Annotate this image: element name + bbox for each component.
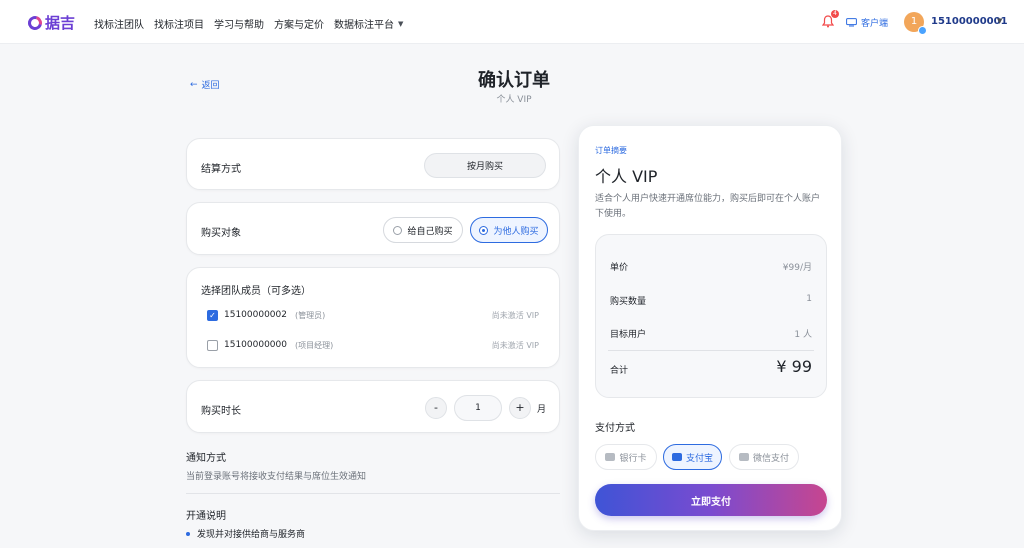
summary-title: 个人 VIP (595, 167, 658, 186)
brand-name: 据吉 (45, 14, 76, 32)
purchase-target-card: 购买对象 给自己购买 为他人购买 (186, 202, 560, 255)
wechat-icon (738, 453, 749, 461)
member-id: 15100000000 (224, 340, 287, 350)
brand-logo[interactable]: 据吉 (25, 12, 76, 33)
buy-for-others-option[interactable]: 为他人购买 (470, 217, 548, 243)
notice-text: 当前登录账号将接收支付结果与席位生效通知 (186, 472, 367, 482)
pay-option-label: 银行卡 (619, 453, 647, 464)
summary-description: 适合个人用户快速开通席位能力，购买后即可在个人账户下使用。 (595, 194, 821, 219)
notification-badge: 4 (831, 10, 839, 18)
buy-for-self-label: 给自己购买 (407, 226, 453, 237)
client-label: 客户端 (861, 19, 889, 29)
page-title: 确认订单 (478, 70, 550, 91)
nav-item-pricing[interactable]: 方案与定价 (274, 16, 324, 31)
payment-method-title: 支付方式 (595, 423, 635, 434)
purchase-target-label: 购买对象 (201, 228, 241, 239)
open-info-bullet: 发现并对接供给商与服务商 (197, 530, 306, 540)
list-item: 发现并对接供给商与服务商 (186, 527, 305, 540)
pay-option-alipay[interactable]: 支付宝 (663, 444, 722, 470)
buy-for-self-option[interactable]: 给自己购买 (383, 217, 463, 243)
avatar-status-icon (918, 26, 927, 35)
member-role: (项目经理) (295, 340, 334, 350)
team-members-card: 选择团队成员（可多选） ✓ 15100000002 (管理员) 尚未激活 VIP… (186, 267, 560, 368)
member-id: 15100000002 (224, 310, 287, 320)
page-subtitle: 个人 VIP (496, 95, 532, 105)
bullet-icon (186, 531, 190, 536)
price-row-value: 1 人 (794, 330, 812, 340)
divider (608, 350, 814, 351)
pay-option-label: 支付宝 (685, 453, 713, 464)
price-row-value: ¥99/月 (782, 263, 812, 273)
buy-for-others-label: 为他人购买 (493, 226, 539, 237)
nav-dropdown-label: 数据标注平台 (334, 20, 394, 31)
price-row-label: 目标用户 (610, 330, 647, 340)
price-row: 单价 ¥99/月 (610, 260, 812, 273)
nav-item-learning-help[interactable]: 学习与帮助 (214, 16, 264, 31)
settlement-option-button[interactable]: 按月购买 (424, 153, 546, 178)
increment-button[interactable]: + (509, 397, 531, 419)
pay-option-bank-card[interactable]: 银行卡 (595, 444, 657, 470)
total-label: 合计 (610, 366, 629, 376)
member-role: (管理员) (295, 310, 326, 320)
credit-card-icon (605, 453, 616, 461)
client-link[interactable]: 客户端 (846, 16, 888, 29)
duration-input[interactable]: 1 (454, 395, 502, 421)
checkbox-icon[interactable] (207, 339, 218, 351)
radio-icon (393, 225, 403, 235)
radio-checked-icon (479, 225, 489, 235)
top-navbar: 据吉 找标注团队 找标注项目 学习与帮助 方案与定价 数据标注平台 ▼ 4 客户… (0, 0, 1024, 44)
chevron-down-icon[interactable]: ▼ (997, 17, 1002, 25)
member-vip-status: 尚未激活 VIP (491, 340, 539, 350)
nav-item-find-team[interactable]: 找标注团队 (94, 16, 144, 31)
chevron-down-icon: ▼ (398, 19, 404, 28)
order-summary-panel: 订单摘要 个人 VIP 适合个人用户快速开通席位能力，购买后即可在个人账户下使用… (578, 125, 842, 531)
duration-label: 购买时长 (201, 406, 241, 417)
price-row-label: 单价 (610, 263, 629, 273)
total-value: ¥ 99 (776, 357, 812, 376)
member-row[interactable]: ✓ 15100000002 (管理员) 尚未激活 VIP (207, 307, 539, 323)
settlement-card: 结算方式 按月购买 (186, 138, 560, 190)
pay-option-label: 微信支付 (752, 453, 789, 464)
price-row-value: 1 (806, 294, 812, 304)
divider (186, 493, 560, 494)
team-members-label: 选择团队成员（可多选） (201, 286, 311, 297)
open-info-title: 开通说明 (186, 511, 226, 522)
settlement-label: 结算方式 (201, 164, 241, 175)
checkbox-checked-icon[interactable]: ✓ (207, 309, 218, 321)
member-row[interactable]: 15100000000 (项目经理) 尚未激活 VIP (207, 337, 539, 353)
nav-item-find-project[interactable]: 找标注项目 (154, 16, 204, 31)
monitor-icon (846, 18, 857, 27)
main-nav: 找标注团队 找标注项目 学习与帮助 方案与定价 数据标注平台 ▼ (94, 16, 404, 32)
pay-option-wechat[interactable]: 微信支付 (729, 444, 799, 470)
member-vip-status: 尚未激活 VIP (491, 310, 539, 320)
pay-now-button[interactable]: 立即支付 (595, 484, 827, 516)
summary-tag: 订单摘要 (595, 146, 627, 155)
alipay-icon (671, 453, 682, 461)
duration-unit: 月 (537, 405, 547, 415)
duration-card: 购买时长 - 1 + 月 (186, 380, 560, 433)
price-breakdown: 单价 ¥99/月 购买数量 1 目标用户 1 人 合计 ¥ 99 (595, 234, 827, 398)
logo-icon (25, 12, 45, 33)
decrement-button[interactable]: - (425, 397, 447, 419)
nav-dropdown-platform[interactable]: 数据标注平台 ▼ (334, 16, 404, 32)
price-row-label: 购买数量 (610, 297, 647, 307)
notice-title: 通知方式 (186, 453, 226, 464)
price-row: 目标用户 1 人 (610, 327, 812, 340)
price-row: 购买数量 1 (610, 294, 812, 307)
